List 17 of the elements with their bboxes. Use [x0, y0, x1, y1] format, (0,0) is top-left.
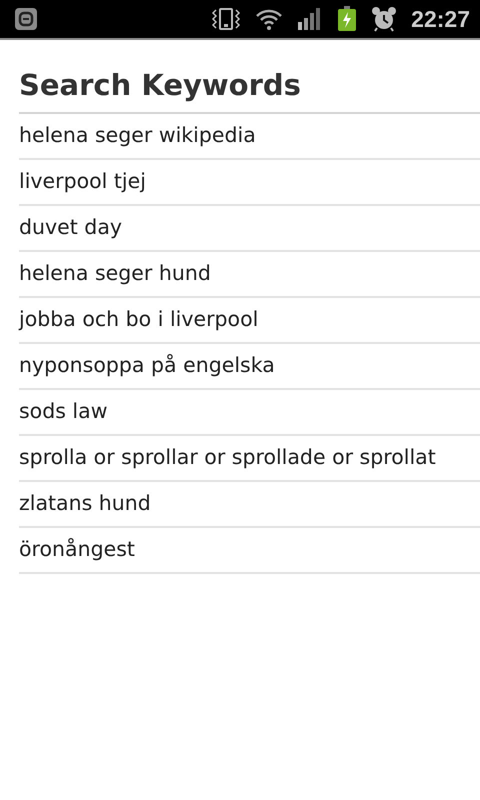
- clock-time: 22:27: [411, 6, 470, 32]
- page-title: Search Keywords: [19, 68, 480, 114]
- keyword-item[interactable]: helena seger hund: [19, 252, 480, 298]
- keyword-item[interactable]: duvet day: [19, 206, 480, 252]
- wifi-icon: [255, 7, 284, 31]
- keyword-item[interactable]: sprolla or sprollar or sprollade or sprollat: [19, 436, 480, 482]
- alarm-clock-icon: [371, 6, 398, 32]
- keyword-item[interactable]: jobba och bo i liverpool: [19, 298, 480, 344]
- keyword-item[interactable]: sods law: [19, 390, 480, 436]
- keyword-item[interactable]: nyponsoppa på engelska: [19, 344, 480, 390]
- vibrate-icon: [211, 7, 242, 31]
- keyword-item[interactable]: zlatans hund: [19, 482, 480, 528]
- notification-icon: [14, 7, 38, 31]
- keyword-item[interactable]: liverpool tjej: [19, 160, 480, 206]
- keyword-item[interactable]: öronångest: [19, 528, 480, 574]
- keyword-item[interactable]: helena seger wikipedia: [19, 114, 480, 160]
- battery-charging-icon: [337, 6, 358, 32]
